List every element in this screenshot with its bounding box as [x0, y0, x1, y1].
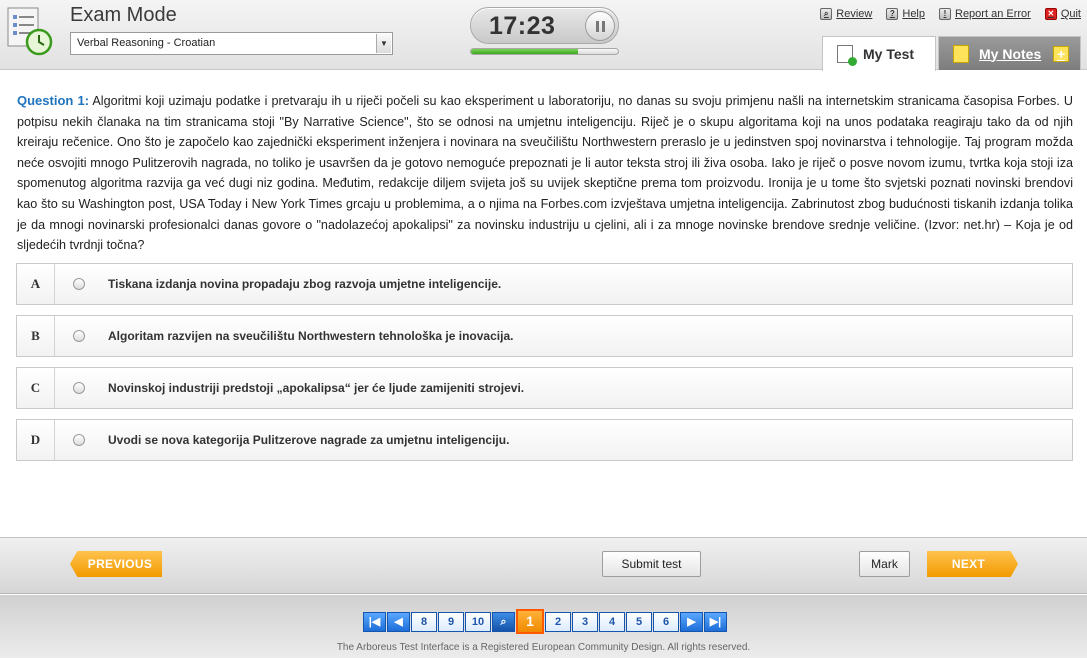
answer-text: Uvodi se nova kategorija Pulitzerove nag… [108, 433, 510, 447]
tab-my-notes-label: My Notes [979, 45, 1042, 62]
exam-clock-icon [7, 7, 53, 56]
question-label: Question 1: [17, 93, 90, 108]
search-icon[interactable]: ⌕ [492, 612, 515, 632]
answer-option-c[interactable]: C Novinskoj industriji predstoji „apokal… [16, 367, 1073, 409]
chevron-down-icon[interactable]: ▼ [376, 34, 391, 53]
help-icon: ? [886, 8, 899, 20]
answer-radio-d[interactable] [73, 434, 85, 446]
last-page-icon[interactable]: ▶| [704, 612, 727, 632]
answer-option-d[interactable]: D Uvodi se nova kategorija Pulitzerove n… [16, 419, 1073, 461]
answer-text: Tiskana izdanja novina propadaju zbog ra… [108, 277, 502, 291]
submit-test-button[interactable]: Submit test [602, 551, 701, 577]
help-link-label: Help [902, 8, 925, 20]
answer-letter: B [17, 316, 55, 356]
answer-list: A Tiskana izdanja novina propadaju zbog … [16, 263, 1073, 471]
test-select[interactable]: Verbal Reasoning - Croatian ▼ [70, 32, 393, 55]
mark-button[interactable]: Mark [859, 551, 910, 577]
app-title: Exam Mode [70, 4, 177, 26]
answer-option-b[interactable]: B Algoritam razvijen na sveučilištu Nort… [16, 315, 1073, 357]
previous-button[interactable]: PREVIOUS [70, 551, 162, 577]
question-pager: |◀ ◀ 8 9 10 ⌕ 1 2 3 4 5 6 ▶ ▶| [363, 609, 728, 634]
add-note-icon[interactable]: + [1053, 45, 1070, 62]
answer-radio-a[interactable] [73, 278, 85, 290]
review-icon: ⌕ [820, 8, 833, 20]
page-button[interactable]: 10 [465, 612, 491, 632]
page-button[interactable]: 3 [572, 612, 598, 632]
time-progress-bar [470, 48, 619, 55]
answer-letter: C [17, 368, 55, 408]
page-button[interactable]: 5 [626, 612, 652, 632]
page-button[interactable]: 6 [653, 612, 679, 632]
first-page-icon[interactable]: |◀ [363, 612, 386, 632]
header-bar: Exam Mode Verbal Reasoning - Croatian ▼ … [0, 0, 1087, 71]
report-error-link[interactable]: ! Report an Error [939, 8, 1031, 20]
answer-letter: A [17, 264, 55, 304]
prev-page-icon[interactable]: ◀ [387, 612, 410, 632]
tab-my-notes[interactable]: My Notes + [938, 36, 1081, 70]
current-page-button[interactable]: 1 [516, 609, 544, 634]
navigation-bar: PREVIOUS Submit test Mark NEXT [0, 537, 1087, 594]
quit-link-label: Quit [1060, 8, 1081, 20]
warning-icon: ! [939, 8, 951, 20]
page-button[interactable]: 9 [438, 612, 464, 632]
page-button[interactable]: 4 [599, 612, 625, 632]
timer: 17:23 [470, 7, 619, 44]
test-sheet-icon [837, 45, 857, 66]
test-select-value: Verbal Reasoning - Croatian [77, 37, 216, 49]
page-button[interactable]: 8 [411, 612, 437, 632]
time-progress-fill [471, 49, 579, 54]
pause-button[interactable] [585, 11, 615, 41]
next-button[interactable]: NEXT [927, 551, 1018, 577]
question-text: Algoritmi koji uzimaju podatke i pretvar… [17, 94, 1073, 253]
review-link[interactable]: ⌕ Review [820, 8, 872, 20]
answer-option-a[interactable]: A Tiskana izdanja novina propadaju zbog … [16, 263, 1073, 305]
review-link-label: Review [836, 8, 873, 20]
copyright-text: The Arboreus Test Interface is a Registe… [336, 642, 751, 653]
next-page-icon[interactable]: ▶ [680, 612, 703, 632]
question-text-block: Question 1: Algoritmi koji uzimaju podat… [17, 91, 1073, 256]
report-error-label: Report an Error [955, 8, 1031, 20]
tab-my-test[interactable]: My Test [822, 36, 936, 71]
quit-icon: ✕ [1044, 8, 1057, 20]
footer: |◀ ◀ 8 9 10 ⌕ 1 2 3 4 5 6 ▶ ▶| The Arbor… [0, 595, 1087, 658]
quit-link[interactable]: ✕ Quit [1044, 8, 1081, 20]
answer-letter: D [17, 420, 55, 460]
help-link[interactable]: ? Help [886, 8, 925, 20]
note-icon [953, 44, 969, 63]
tab-my-test-label: My Test [863, 46, 915, 62]
answer-text: Algoritam razvijen na sveučilištu Northw… [108, 329, 514, 343]
page-button[interactable]: 2 [545, 612, 571, 632]
answer-text: Novinskoj industriji predstoji „apokalip… [108, 381, 525, 395]
answer-radio-b[interactable] [73, 330, 85, 342]
top-links: ⌕ Review ? Help ! Report an Error ✕ Quit [820, 8, 1081, 20]
answer-radio-c[interactable] [73, 382, 85, 394]
timer-value: 17:23 [489, 12, 556, 40]
